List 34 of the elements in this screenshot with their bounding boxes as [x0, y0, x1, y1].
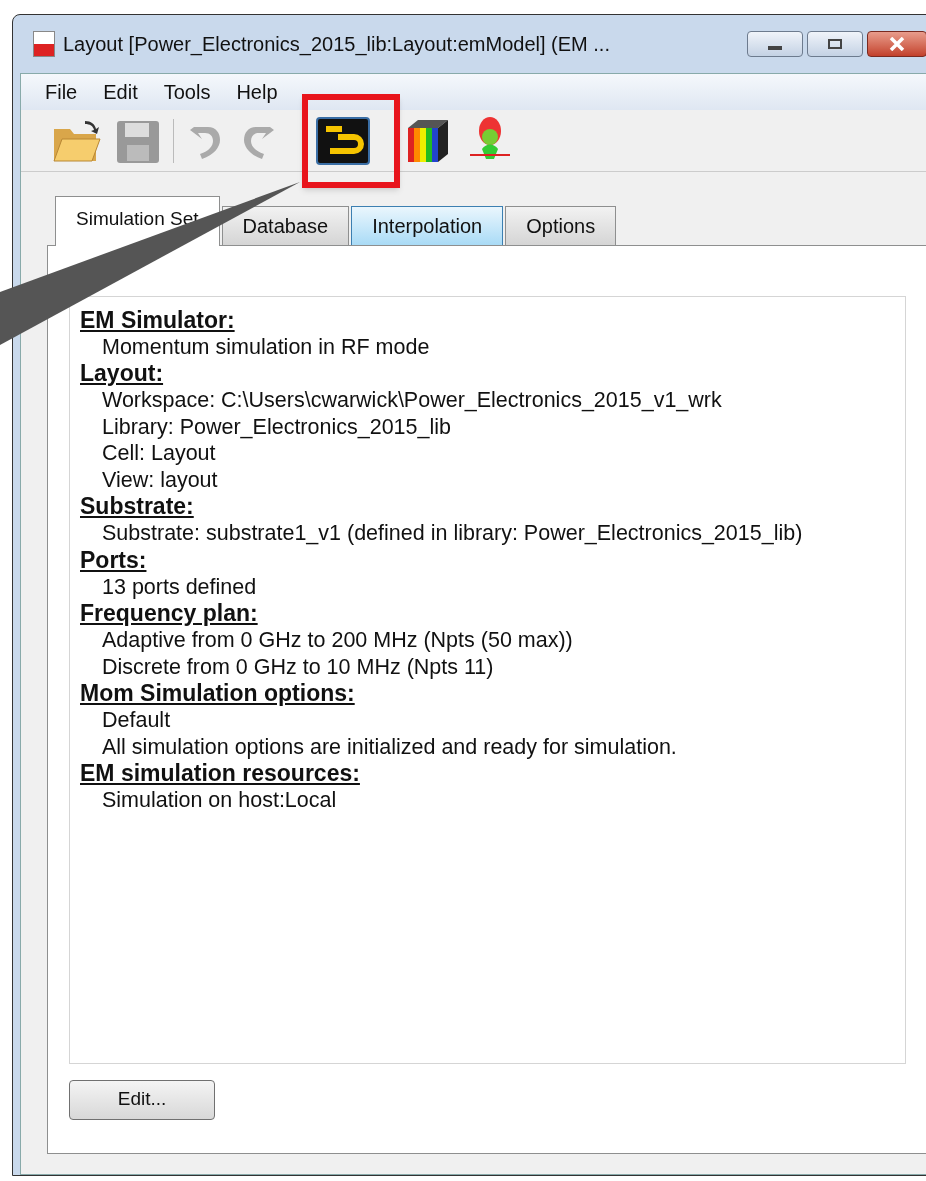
- menu-item[interactable]: Help: [232, 77, 282, 107]
- menu-item[interactable]: Edit: [99, 77, 142, 107]
- detail-line: Default: [101, 707, 172, 734]
- detail-line: View: layout: [101, 466, 219, 493]
- tab[interactable]: Options: [505, 205, 617, 245]
- section-heading: EM Simulator:: [80, 306, 236, 334]
- section-heading: EM simulation resources:: [80, 760, 361, 787]
- app-icon: [33, 31, 55, 57]
- detail-line: All simulation options are initialized and ready for simulation.: [101, 733, 678, 760]
- detail-line: Momentum simulation in RF mode: [101, 333, 431, 360]
- minimize-button[interactable]: [747, 31, 803, 57]
- detail-line: Simulation on host:Local: [101, 787, 338, 814]
- detail-line: Workspace: C:\Users\cwarwick\Power_Electronics_2015_v1_wrk: [101, 387, 723, 414]
- maximize-button[interactable]: [807, 31, 863, 57]
- section-heading: Layout:: [80, 360, 165, 387]
- detail-line: Substrate: substrate1_v1 (defined in library: Power_Electronics_2015_lib): [101, 520, 804, 547]
- layout-icon[interactable]: [316, 116, 370, 165]
- window-title: Layout [Power_Electronics_2015_lib:Layout:emModel] (EM ...: [63, 32, 610, 58]
- menu-item[interactable]: Tools: [159, 77, 215, 107]
- section-heading: Frequency plan:: [80, 600, 259, 627]
- detail-line: Library: Power_Electronics_2015_lib: [101, 413, 452, 440]
- section-heading: Substrate:: [80, 493, 195, 520]
- section-heading: Ports:: [80, 546, 148, 574]
- close-button[interactable]: [867, 31, 926, 57]
- edit-button[interactable]: Edit...: [69, 1079, 215, 1120]
- section-heading: Mom Simulation options:: [80, 680, 356, 707]
- tab[interactable]: Interpolation: [351, 205, 504, 245]
- detail-line: 13 ports defined: [101, 573, 258, 600]
- menu-item[interactable]: File: [41, 77, 82, 107]
- tab[interactable]: Database: [221, 205, 350, 245]
- detail-line: Discrete from 0 GHz to 10 MHz (Npts 11): [101, 653, 495, 680]
- detail-line: Cell: Layout: [101, 440, 217, 467]
- close-icon: [889, 37, 905, 51]
- detail-line: Adaptive from 0 GHz to 200 MHz (Npts (50 max)): [101, 627, 574, 654]
